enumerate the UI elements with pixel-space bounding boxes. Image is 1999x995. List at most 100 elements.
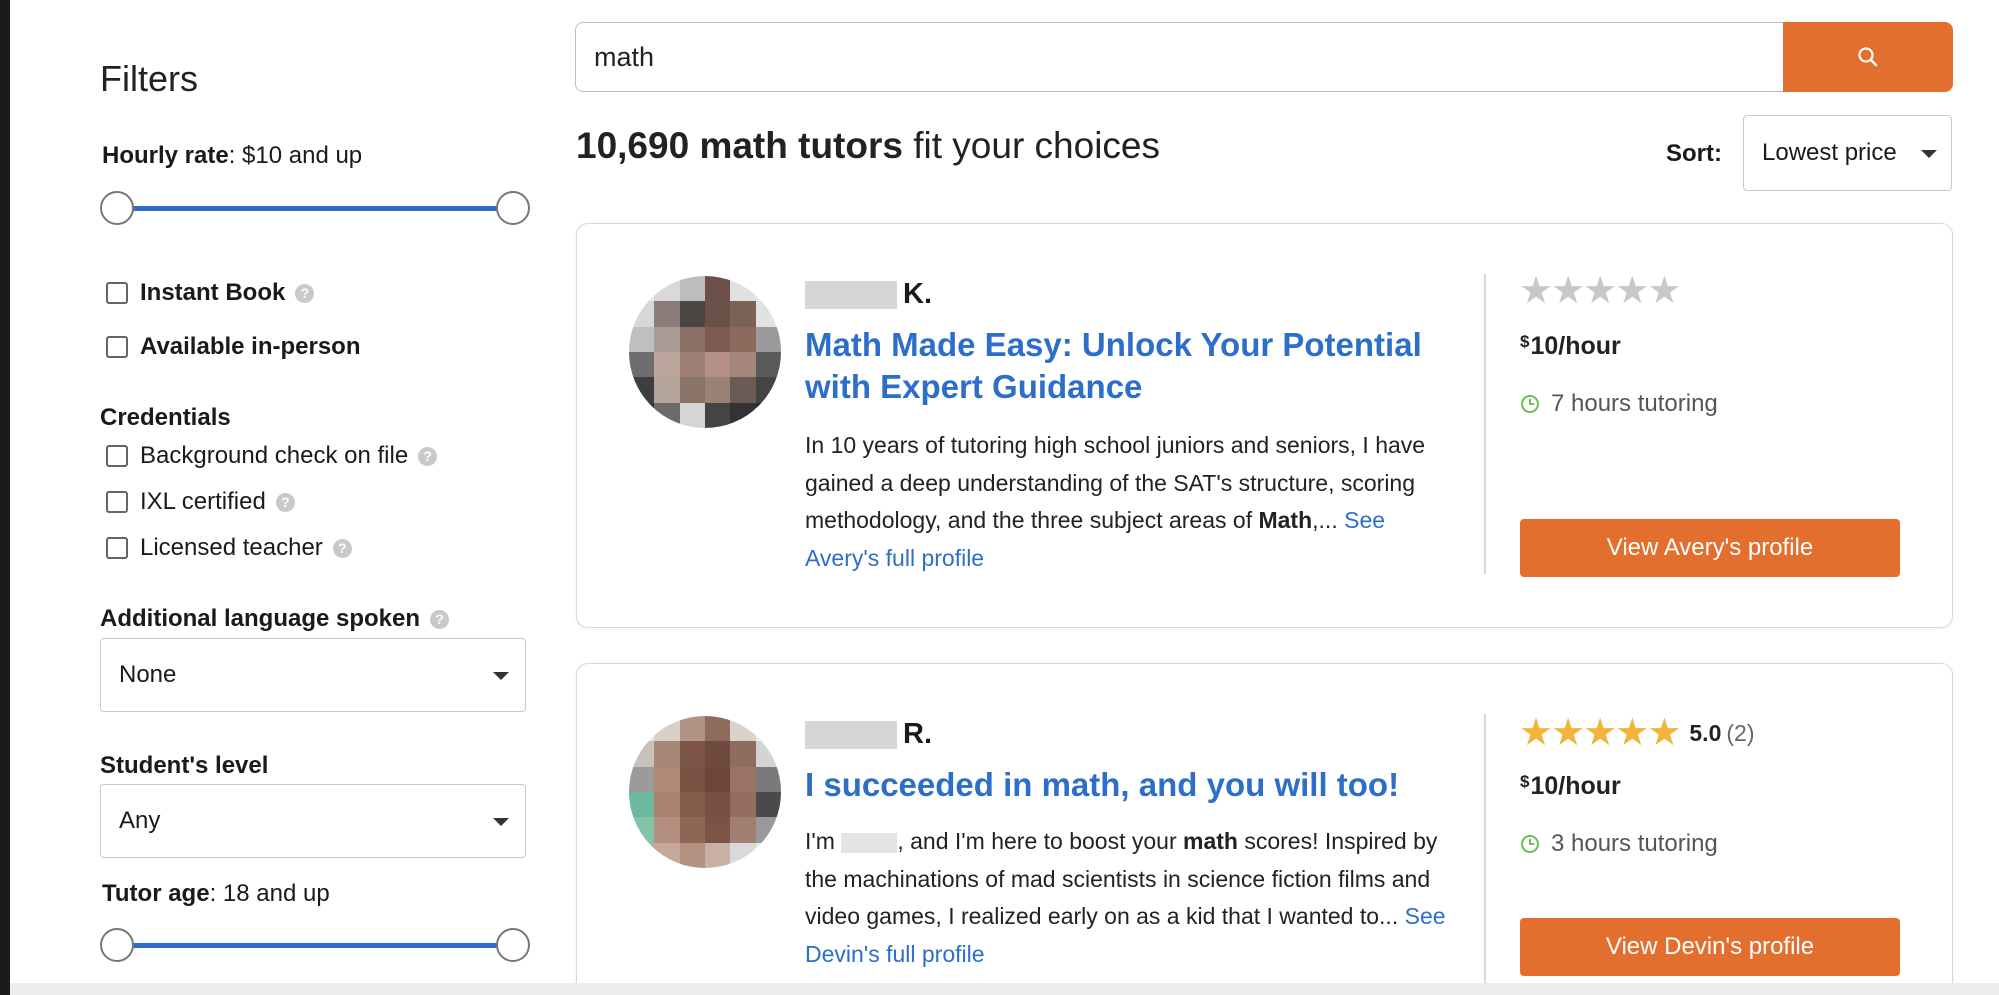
- tutoring-hours: 3 hours tutoring: [1520, 830, 1718, 858]
- hourly-price: $10/hour: [1520, 332, 1621, 361]
- ixl-certified-label: IXL certified: [140, 488, 266, 515]
- results-count-number: 10,690 math tutors: [576, 125, 903, 166]
- tutor-name: K.: [805, 278, 932, 311]
- instant-book-checkbox[interactable]: Instant Book ?: [106, 279, 315, 307]
- star-icon: ★: [1519, 270, 1554, 312]
- chevron-down-icon: [493, 672, 509, 680]
- results-count-suffix: fit your choices: [902, 125, 1161, 166]
- background-check-box[interactable]: [106, 445, 128, 467]
- tutor-age-label: Tutor age: 18 and up: [102, 880, 330, 908]
- card-divider: [1484, 274, 1486, 574]
- view-profile-button[interactable]: View Devin's profile: [1520, 918, 1900, 976]
- tutor-card[interactable]: R. I succeeded in math, and you will too…: [576, 663, 1953, 995]
- background-check-checkbox[interactable]: Background check on file ?: [106, 442, 438, 470]
- tutor-card[interactable]: K. Math Made Easy: Unlock Your Potential…: [576, 223, 1953, 628]
- avatar[interactable]: [629, 716, 781, 868]
- star-icon: ★: [1551, 270, 1586, 312]
- language-label: Additional language spoken: [100, 605, 421, 632]
- chevron-down-icon: [493, 818, 509, 826]
- sort-selected-value: Lowest price: [1762, 139, 1897, 166]
- ixl-certified-checkbox[interactable]: IXL certified ?: [106, 488, 295, 516]
- star-icon: ★: [1615, 270, 1650, 312]
- instant-book-box[interactable]: [106, 282, 128, 304]
- avatar[interactable]: [629, 276, 781, 428]
- licensed-teacher-box[interactable]: [106, 537, 128, 559]
- licensed-teacher-checkbox[interactable]: Licensed teacher ?: [106, 534, 352, 562]
- window-edge: [0, 0, 10, 995]
- tutor-initial: R.: [903, 718, 932, 750]
- redacted-name: [805, 280, 897, 309]
- tutor-age-slider[interactable]: [100, 928, 530, 962]
- help-icon[interactable]: ?: [430, 609, 450, 629]
- tutor-name: R.: [805, 718, 932, 751]
- licensed-teacher-label: Licensed teacher: [140, 534, 323, 561]
- in-person-box[interactable]: [106, 336, 128, 358]
- language-selected-value: None: [119, 661, 177, 688]
- price-symbol: $: [1520, 332, 1530, 351]
- credentials-heading: Credentials: [100, 404, 231, 431]
- results-count: 10,690 math tutors fit your choices: [576, 125, 1160, 167]
- tutoring-hours-text: 3 hours tutoring: [1551, 830, 1718, 857]
- tutor-headline-link[interactable]: I succeeded in math, and you will too!: [805, 764, 1445, 806]
- in-person-label: Available in-person: [140, 333, 361, 360]
- bio-text: , and I'm here to boost your: [897, 828, 1184, 854]
- tutor-age-max-handle[interactable]: [496, 928, 530, 962]
- ixl-certified-box[interactable]: [106, 491, 128, 513]
- hourly-rate-slider[interactable]: [100, 191, 530, 225]
- price-amount: 10: [1530, 332, 1559, 360]
- search-icon: [1858, 47, 1878, 67]
- redacted-name: [841, 832, 898, 853]
- student-level-select[interactable]: Any: [100, 784, 526, 858]
- view-profile-button[interactable]: View Avery's profile: [1520, 519, 1900, 577]
- star-icon: ★: [1519, 712, 1554, 754]
- chevron-down-icon: [1921, 150, 1937, 158]
- hourly-rate-max-handle[interactable]: [496, 191, 530, 225]
- rating-stars: ★ ★ ★ ★ ★: [1519, 270, 1682, 312]
- clock-icon: [1521, 395, 1539, 413]
- search-bar: [575, 22, 1953, 92]
- tutor-age-min-handle[interactable]: [100, 928, 134, 962]
- tutor-age-title: Tutor age: [102, 880, 210, 907]
- star-icon: ★: [1615, 712, 1650, 754]
- rating-count: (2): [1726, 719, 1755, 746]
- star-icon: ★: [1583, 712, 1618, 754]
- student-level-selected-value: Any: [119, 807, 161, 834]
- hourly-rate-label: Hourly rate: $10 and up: [102, 142, 362, 170]
- price-unit: /hour: [1558, 772, 1621, 800]
- star-icon: ★: [1583, 270, 1618, 312]
- help-icon[interactable]: ?: [332, 538, 352, 558]
- background-check-label: Background check on file: [140, 442, 409, 469]
- hourly-rate-title: Hourly rate: [102, 142, 229, 169]
- tutor-age-value: : 18 and up: [209, 880, 330, 907]
- sort-select[interactable]: Lowest price: [1743, 115, 1952, 191]
- tutor-bio: In 10 years of tutoring high school juni…: [805, 427, 1455, 577]
- help-icon[interactable]: ?: [295, 283, 315, 303]
- search-input[interactable]: [575, 22, 1785, 92]
- bio-keyword: math: [1183, 828, 1238, 854]
- redacted-name: [805, 720, 897, 749]
- search-button[interactable]: [1783, 22, 1953, 92]
- filters-title: Filters: [100, 58, 198, 99]
- bio-intro: I'm: [805, 828, 842, 854]
- in-person-checkbox[interactable]: Available in-person: [106, 333, 361, 361]
- student-level-heading: Student's level: [100, 752, 269, 779]
- help-icon[interactable]: ?: [275, 492, 295, 512]
- tutor-initial: K.: [903, 278, 932, 310]
- hourly-rate-value: : $10 and up: [228, 142, 363, 169]
- language-select[interactable]: None: [100, 638, 526, 712]
- price-symbol: $: [1520, 772, 1530, 791]
- price-amount: 10: [1530, 772, 1559, 800]
- bio-tail: ,...: [1312, 507, 1345, 533]
- language-heading: Additional language spoken ?: [100, 605, 450, 633]
- bio-keyword: Math: [1258, 507, 1313, 533]
- tutoring-hours: 7 hours tutoring: [1520, 390, 1718, 418]
- help-icon[interactable]: ?: [418, 446, 438, 466]
- tutor-age-track: [116, 943, 514, 948]
- card-divider: [1484, 714, 1486, 995]
- star-icon: ★: [1647, 270, 1682, 312]
- tutor-headline-link[interactable]: Math Made Easy: Unlock Your Potential wi…: [805, 324, 1445, 408]
- rating-value: 5.0: [1689, 719, 1722, 746]
- hourly-rate-min-handle[interactable]: [100, 191, 134, 225]
- price-unit: /hour: [1558, 332, 1621, 360]
- sort-label: Sort:: [1666, 140, 1722, 167]
